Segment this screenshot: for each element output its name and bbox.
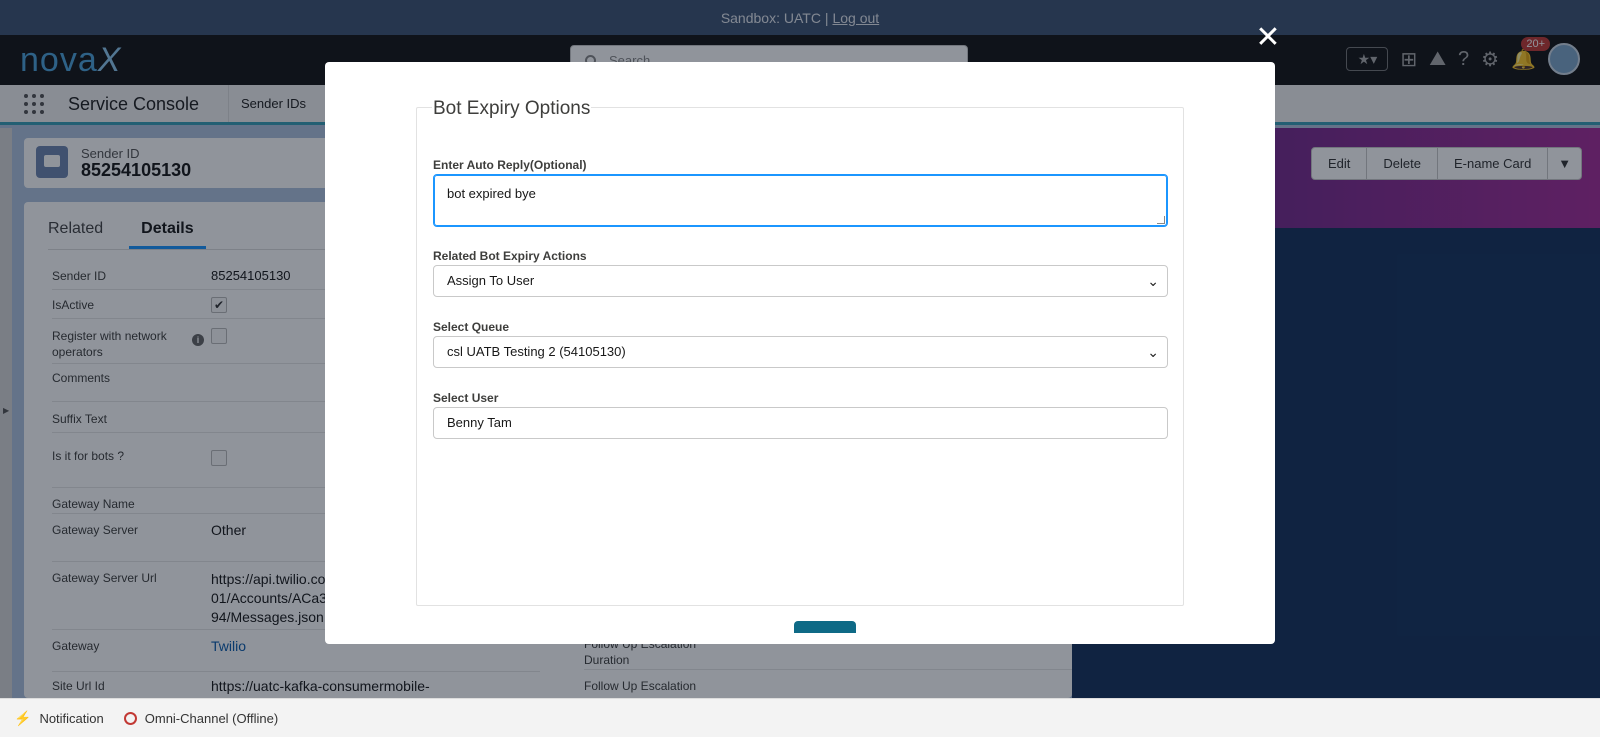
- user-input[interactable]: Benny Tam: [433, 407, 1168, 439]
- auto-reply-textarea[interactable]: bot expired bye: [433, 174, 1168, 227]
- notification-label: Notification: [39, 710, 104, 726]
- resize-handle-icon[interactable]: [1157, 216, 1165, 224]
- utility-bar: ⚡ Notification Omni-Channel (Offline): [0, 698, 1600, 737]
- chevron-down-icon: ⌄: [1147, 273, 1159, 289]
- expiry-actions-select[interactable]: Assign To User ⌄: [433, 265, 1168, 297]
- queue-select[interactable]: csl UATB Testing 2 (54105130) ⌄: [433, 336, 1168, 368]
- user-value: Benny Tam: [447, 415, 512, 430]
- close-icon[interactable]: ✕: [1254, 23, 1282, 53]
- offline-status-icon: [123, 711, 137, 725]
- auto-reply-label: Enter Auto Reply(Optional): [433, 158, 587, 172]
- chevron-down-icon: ⌄: [1147, 344, 1159, 360]
- omni-channel-utility[interactable]: Omni-Channel (Offline): [123, 710, 279, 726]
- auto-reply-value: bot expired bye: [447, 186, 536, 201]
- omni-channel-label: Omni-Channel (Offline): [144, 710, 279, 726]
- bot-expiry-modal: Bot Expiry Options Enter Auto Reply(Opti…: [325, 62, 1275, 644]
- bolt-icon: ⚡: [14, 709, 32, 726]
- queue-label: Select Queue: [433, 320, 510, 334]
- notification-utility[interactable]: ⚡ Notification: [14, 710, 104, 727]
- user-label: Select User: [433, 391, 499, 405]
- save-button[interactable]: [794, 621, 856, 633]
- fieldset-legend: Bot Expiry Options: [432, 98, 592, 120]
- expiry-actions-label: Related Bot Expiry Actions: [433, 249, 587, 263]
- queue-value: csl UATB Testing 2 (54105130): [447, 344, 626, 359]
- expiry-actions-value: Assign To User: [447, 273, 535, 288]
